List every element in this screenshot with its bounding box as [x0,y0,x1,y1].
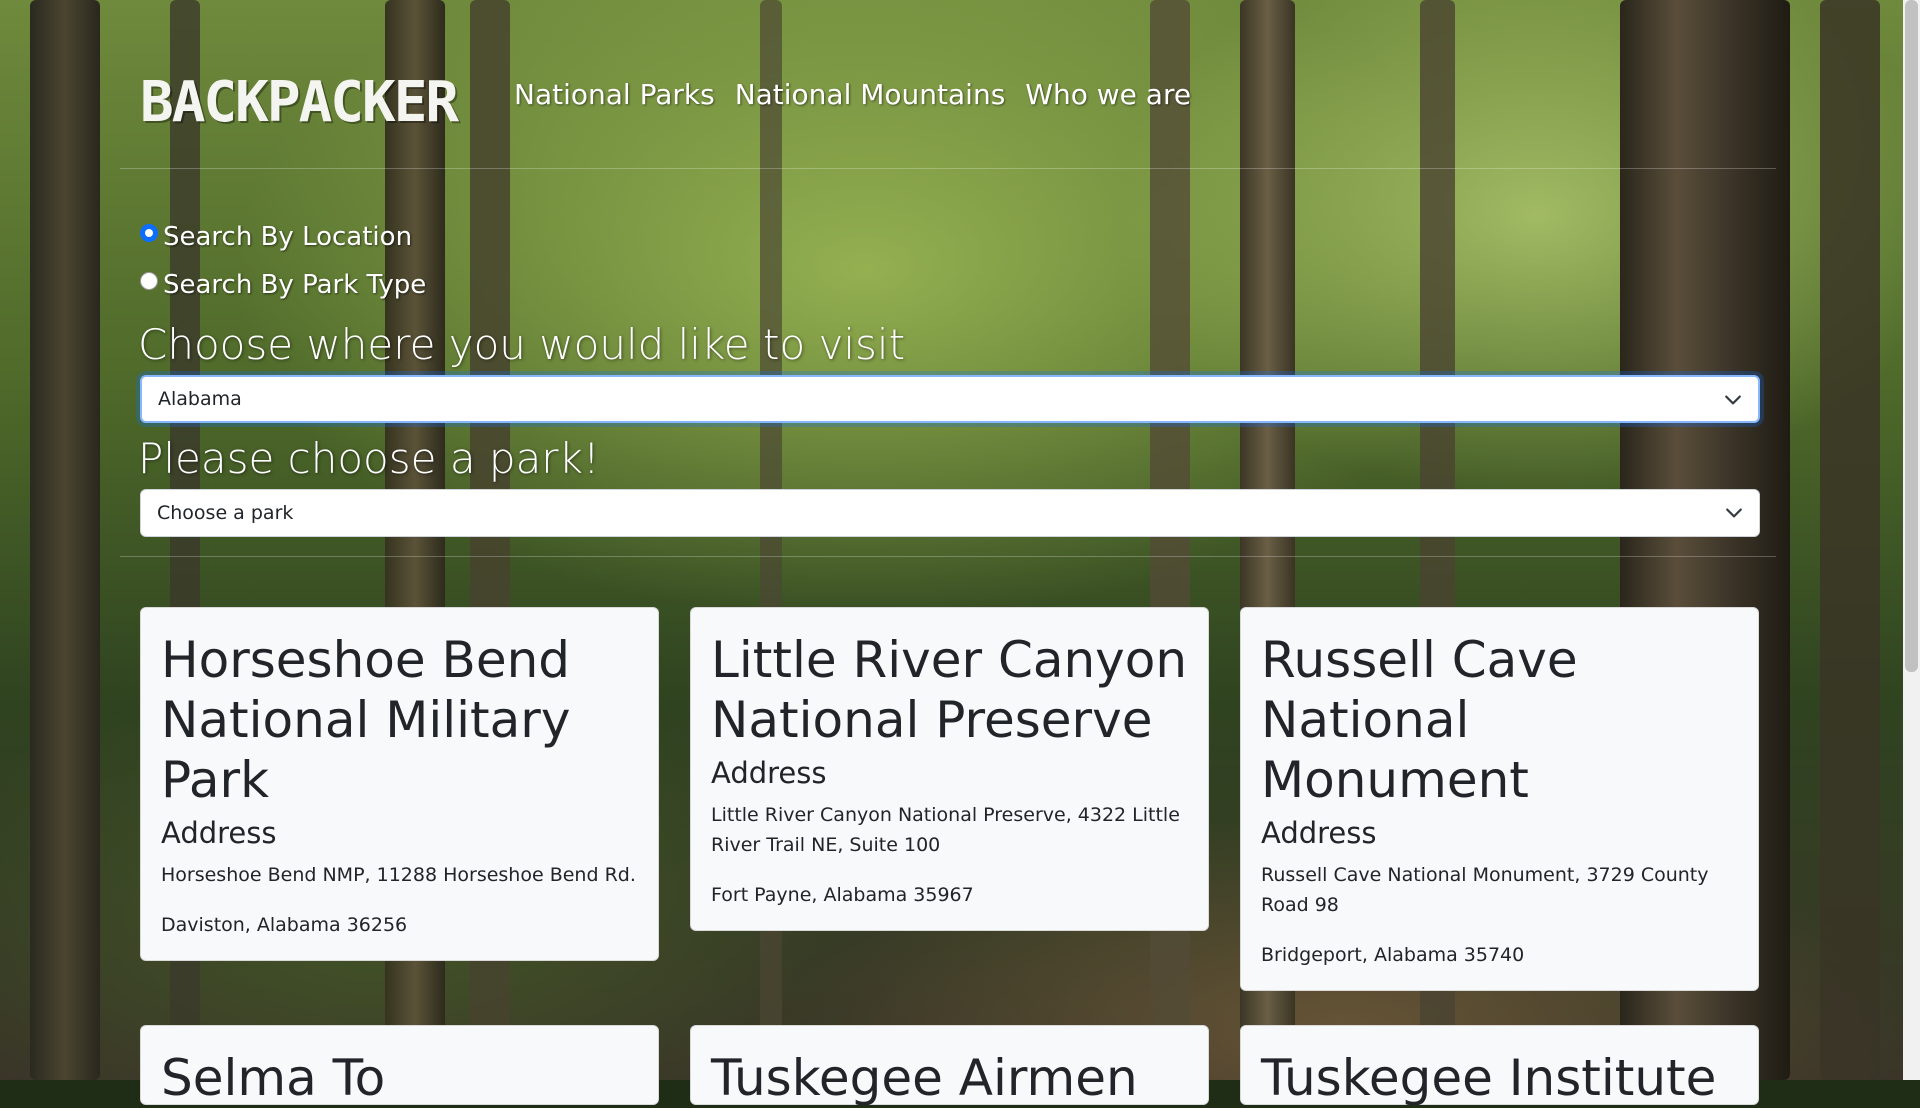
radio-search-by-park-type[interactable]: Search By Park Type [140,270,426,300]
park-select[interactable]: Choose a park [140,489,1760,537]
park-card[interactable]: Selma To [140,1025,659,1107]
park-card-city-line: Daviston, Alabama 36256 [161,914,408,936]
scrollbar-thumb[interactable] [1905,0,1918,672]
radio-label: Search By Park Type [163,270,427,300]
location-select-label: Choose where you would like to visit [138,320,906,369]
park-card-title: Tuskegee Airmen [711,1049,1138,1107]
page-container: BACKPACKER National Parks National Mount… [120,0,1776,1107]
divider [120,556,1776,557]
park-select-label: Please choose a park! [138,434,600,483]
radio-search-by-location[interactable]: Search By Location [140,222,412,252]
location-select-value: Alabama [158,388,242,410]
navbar: BACKPACKER National Parks National Mount… [120,60,1776,169]
park-card-title: Tuskegee Institute [1261,1049,1717,1107]
park-card-address-line: Russell Cave National Monument, 3729 Cou… [1261,864,1709,916]
radio-button-checked[interactable] [140,224,158,242]
park-select-value: Choose a park [157,502,294,524]
park-card-title: Russell Cave National Monument [1261,631,1578,809]
park-card-title: Selma To [161,1049,386,1107]
park-card-address-heading: Address [161,816,277,850]
chevron-down-icon [1725,395,1741,405]
chevron-down-icon [1726,508,1742,518]
park-card-city-line: Fort Payne, Alabama 35967 [711,884,974,906]
nav-link-who-we-are[interactable]: Who we are [1025,78,1191,111]
park-card[interactable]: Little River Canyon National Preserve Ad… [690,607,1209,931]
park-card[interactable]: Tuskegee Airmen [690,1025,1209,1107]
radio-label: Search By Location [163,222,413,252]
brand-logo[interactable]: BACKPACKER [140,70,459,135]
scrollbar-track[interactable] [1903,0,1920,1080]
park-card-title: Horseshoe Bend National Military Park [161,631,571,809]
park-card[interactable]: Russell Cave National Monument Address R… [1240,607,1759,991]
park-card-address-line: Little River Canyon National Preserve, 4… [711,804,1180,856]
park-card-title: Little River Canyon National Preserve [711,631,1188,749]
radio-button[interactable] [140,272,158,290]
park-card[interactable]: Tuskegee Institute [1240,1025,1759,1107]
park-card-address-heading: Address [711,756,827,790]
location-select[interactable]: Alabama [140,375,1760,423]
nav-link-national-mountains[interactable]: National Mountains [735,78,1006,111]
park-card-address-line: Horseshoe Bend NMP, 11288 Horseshoe Bend… [161,864,636,886]
park-card-address-heading: Address [1261,816,1377,850]
park-card[interactable]: Horseshoe Bend National Military Park Ad… [140,607,659,961]
nav-link-national-parks[interactable]: National Parks [514,78,715,111]
park-card-city-line: Bridgeport, Alabama 35740 [1261,944,1525,966]
nav-links: National Parks National Mountains Who we… [514,78,1191,111]
